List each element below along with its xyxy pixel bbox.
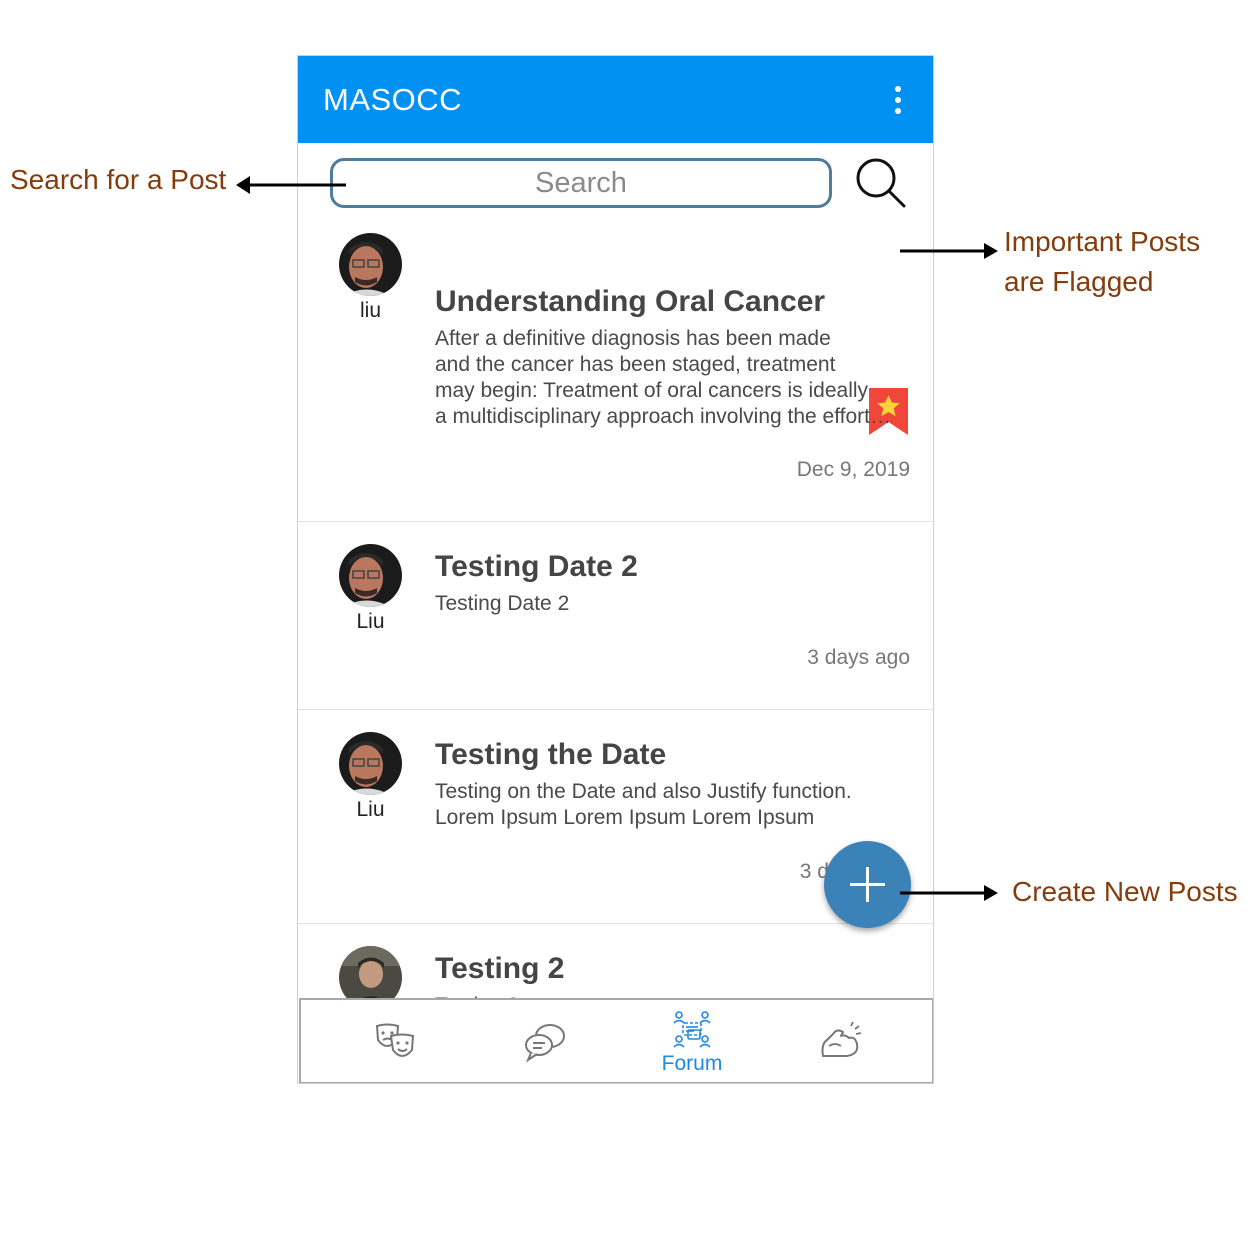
post-author: Liu: [356, 610, 385, 633]
post-body: After a definitive diagnosis has been ma…: [435, 327, 892, 428]
annotation-flag-line1: Important Posts: [1004, 226, 1201, 257]
annotation-arrow-search: [236, 176, 346, 194]
more-options-icon[interactable]: [881, 82, 915, 118]
avatar: [339, 732, 402, 795]
avatar: [339, 544, 402, 607]
forum-icon: [673, 1011, 711, 1048]
app-bar: MASOCC: [298, 56, 933, 143]
post-author: liu: [359, 299, 381, 322]
post-title: Testing 2: [435, 952, 565, 985]
nav-item-chat[interactable]: [469, 1000, 619, 1082]
nav-item-strength[interactable]: [767, 1000, 917, 1082]
annotation-arrow-flag: [900, 243, 998, 259]
chat-bubbles-icon: [525, 1024, 565, 1062]
post-date: Dec 9, 2019: [796, 458, 910, 481]
post-title: Understanding Oral Cancer: [435, 285, 826, 318]
post-card[interactable]: liu Understanding Oral Cancer After a de…: [298, 211, 933, 522]
bottom-nav: Forum: [299, 998, 933, 1083]
annotation-search: Search for a Post: [10, 164, 227, 195]
search-input[interactable]: [330, 158, 832, 208]
nav-item-forum[interactable]: Forum: [617, 1000, 767, 1082]
post-card[interactable]: Liu Testing Date 2 Testing Date 2 3 days…: [298, 522, 933, 710]
phone-screen: MASOCC liu Understanding Oral Canc: [297, 55, 934, 1084]
create-post-button[interactable]: [824, 841, 911, 928]
annotation-arrow-create: [900, 885, 998, 901]
app-title: MASOCC: [323, 82, 463, 117]
post-title: Testing Date 2: [435, 550, 638, 583]
nav-label-forum: Forum: [661, 1052, 723, 1075]
search-icon[interactable]: [854, 156, 908, 210]
post-body: Testing Date 2: [435, 592, 570, 615]
post-author: Liu: [356, 798, 385, 821]
annotation-flag-line2: are Flagged: [1004, 266, 1154, 297]
nav-item-masks[interactable]: [321, 1000, 471, 1082]
post-date: 3 days ago: [807, 646, 910, 669]
post-title: Testing the Date: [435, 738, 667, 771]
post-body: Testing on the Date and also Justify fun…: [435, 780, 852, 829]
theater-masks-icon: [375, 1023, 415, 1057]
strong-arm-icon: [821, 1021, 862, 1057]
avatar: [339, 233, 402, 296]
annotation-create: Create New Posts: [1012, 876, 1238, 907]
